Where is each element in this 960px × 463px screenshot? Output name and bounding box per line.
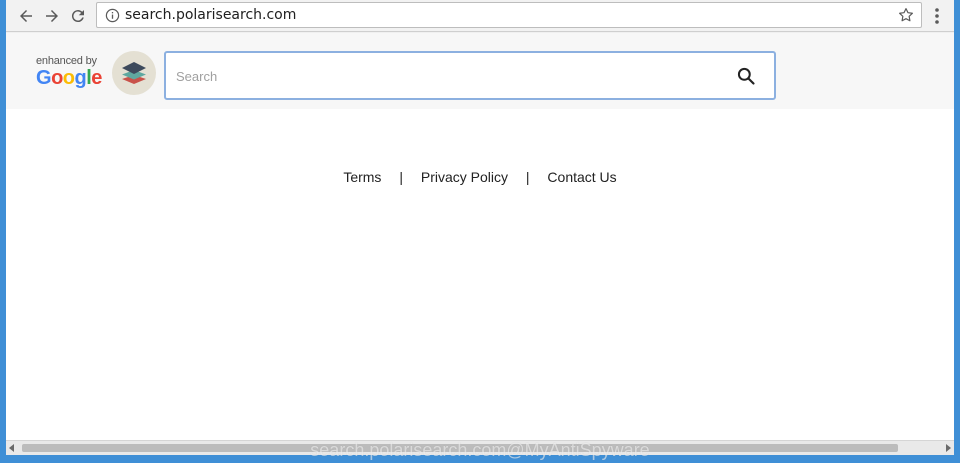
forward-icon	[46, 10, 58, 22]
google-letter: o	[51, 67, 63, 89]
scroll-left-icon[interactable]	[9, 444, 14, 452]
reload-button[interactable]	[66, 4, 90, 28]
search-input[interactable]	[176, 64, 716, 88]
horizontal-scrollbar[interactable]	[6, 440, 954, 455]
google-letter: G	[36, 67, 52, 89]
back-icon	[20, 10, 32, 22]
google-letter: o	[62, 67, 75, 89]
privacy-policy-link[interactable]: Privacy Policy	[421, 169, 508, 185]
link-separator: |	[525, 169, 530, 185]
page-content: enhanced by Google Terms | Privacy Polic…	[6, 33, 954, 440]
google-letter: g	[74, 67, 87, 89]
info-icon[interactable]	[105, 8, 120, 23]
forward-button[interactable]	[40, 4, 64, 28]
menu-icon[interactable]	[928, 6, 946, 26]
scroll-right-icon[interactable]	[946, 444, 951, 452]
scrollbar-thumb[interactable]	[22, 444, 898, 452]
link-separator: |	[399, 169, 403, 185]
reload-icon	[71, 10, 84, 23]
url-text[interactable]: search.polarisearch.com	[125, 7, 296, 23]
search-icon[interactable]	[736, 66, 756, 86]
polarisearch-logo	[112, 51, 156, 95]
google-logo: Google	[36, 67, 106, 89]
terms-link[interactable]: Terms	[343, 169, 381, 185]
address-bar[interactable]: search.polarisearch.com	[96, 2, 922, 28]
search-box[interactable]	[164, 51, 776, 100]
search-header: enhanced by Google	[6, 33, 954, 109]
contact-us-link[interactable]: Contact Us	[547, 169, 616, 185]
enhanced-by-google-badge: enhanced by Google	[36, 55, 106, 89]
layers-icon	[122, 62, 146, 84]
back-button[interactable]	[14, 4, 38, 28]
enhanced-by-text: enhanced by	[36, 55, 97, 67]
footer-links: Terms | Privacy Policy | Contact Us	[6, 169, 954, 185]
window-bottom-border	[0, 455, 960, 463]
google-letter: e	[91, 67, 102, 89]
browser-toolbar: search.polarisearch.com	[6, 0, 954, 32]
star-icon[interactable]	[897, 6, 915, 24]
